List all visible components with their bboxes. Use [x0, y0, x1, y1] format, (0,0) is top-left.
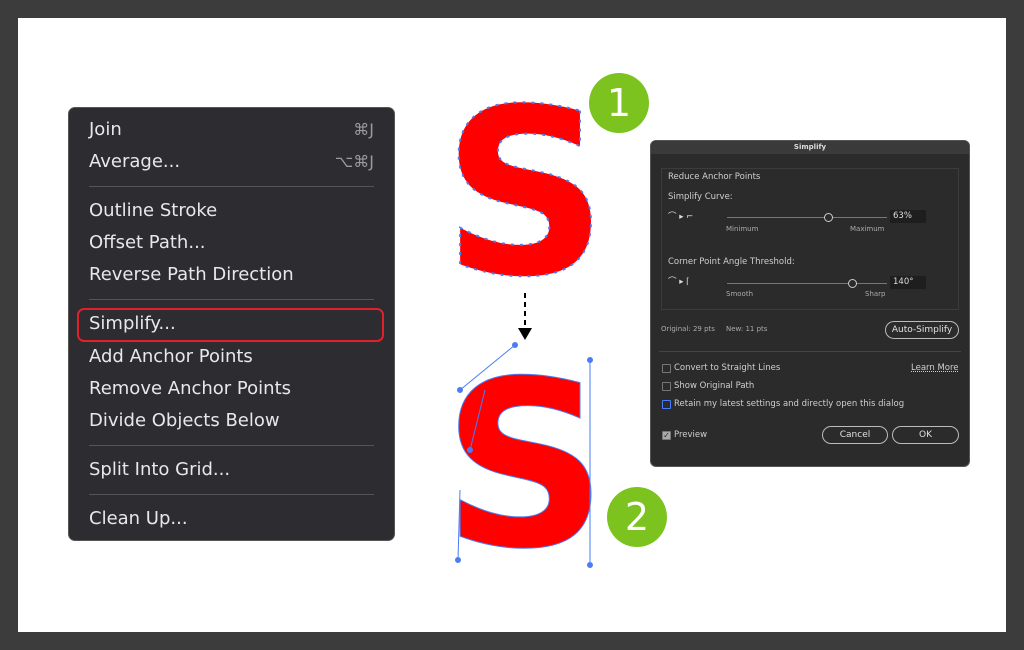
corner-threshold-value[interactable]: 140°: [890, 276, 926, 289]
menu-item-join[interactable]: Join ⌘J: [89, 116, 374, 144]
convert-straight-label: Convert to Straight Lines: [674, 363, 781, 373]
menu-item-simplify[interactable]: Simplify...: [89, 310, 374, 338]
menu-item-add-anchor-points[interactable]: Add Anchor Points: [89, 343, 374, 371]
menu-separator: [89, 494, 374, 495]
path-context-menu: Join ⌘J Average... ⌥⌘J Outline Stroke Offs…: [68, 107, 395, 541]
menu-item-divide-objects-below[interactable]: Divide Objects Below: [89, 407, 374, 435]
step-badge-1: 1: [589, 73, 649, 133]
simplified-s-shape: S: [442, 333, 608, 570]
show-original-label: Show Original Path: [674, 381, 755, 391]
new-points: New: 11 pts: [726, 325, 768, 333]
original-points: Original: 29 pts: [661, 325, 715, 333]
simplify-curve-slider[interactable]: [727, 217, 887, 218]
cancel-button[interactable]: Cancel: [822, 426, 888, 444]
ok-button[interactable]: OK: [892, 426, 959, 444]
shortcut: ⌥⌘J: [334, 152, 374, 171]
curve-icons: ⌒ ▸ ⌐: [668, 212, 694, 222]
menu-item-label: Average...: [89, 151, 181, 172]
simplify-curve-slider-handle[interactable]: [823, 213, 833, 222]
retain-settings-checkbox[interactable]: [662, 400, 671, 409]
convert-straight-checkbox[interactable]: [662, 364, 671, 373]
divider: [659, 351, 961, 352]
menu-item-label: Join: [89, 119, 122, 140]
menu-separator: [89, 445, 374, 446]
retain-settings-label: Retain my latest settings and directly o…: [674, 399, 905, 409]
step-badge-2: 2: [607, 487, 667, 547]
menu-item-offset-path[interactable]: Offset Path...: [89, 229, 374, 257]
menu-item-average[interactable]: Average... ⌥⌘J: [89, 148, 374, 176]
menu-separator: [89, 299, 374, 300]
menu-item-reverse-path[interactable]: Reverse Path Direction: [89, 261, 374, 289]
simplify-dialog: Simplify Reduce Anchor Points Simplify C…: [650, 140, 970, 467]
max-label: Maximum: [850, 225, 885, 233]
dialog-title: Simplify: [651, 141, 969, 154]
preview-label: Preview: [674, 430, 708, 440]
menu-item-split-into-grid[interactable]: Split Into Grid...: [89, 456, 374, 484]
menu-item-outline-stroke[interactable]: Outline Stroke: [89, 197, 374, 225]
menu-item-clean-up[interactable]: Clean Up...: [89, 505, 374, 533]
show-original-checkbox[interactable]: [662, 382, 671, 391]
corner-icons: ⌒ ▸ ⌈: [668, 277, 690, 287]
shortcut: ⌘J: [353, 120, 374, 139]
corner-threshold-slider[interactable]: [727, 283, 887, 284]
learn-more-link[interactable]: Learn More: [911, 363, 959, 373]
auto-simplify-button[interactable]: Auto-Simplify: [885, 321, 959, 339]
smooth-label: Smooth: [726, 290, 754, 298]
menu-separator: [89, 186, 374, 187]
preview-checkbox[interactable]: ✓: [662, 431, 671, 440]
min-label: Minimum: [726, 225, 759, 233]
corner-threshold-slider-handle[interactable]: [847, 279, 857, 288]
menu-item-remove-anchor-points[interactable]: Remove Anchor Points: [89, 375, 374, 403]
group-label: Reduce Anchor Points: [668, 172, 761, 182]
sharp-label: Sharp: [865, 290, 886, 298]
simplify-curve-value[interactable]: 63%: [890, 210, 926, 223]
original-s-shape: S: [442, 90, 608, 328]
corner-threshold-label: Corner Point Angle Threshold:: [668, 257, 795, 267]
simplify-curve-label: Simplify Curve:: [668, 192, 733, 202]
artwork: S S: [441, 90, 609, 570]
